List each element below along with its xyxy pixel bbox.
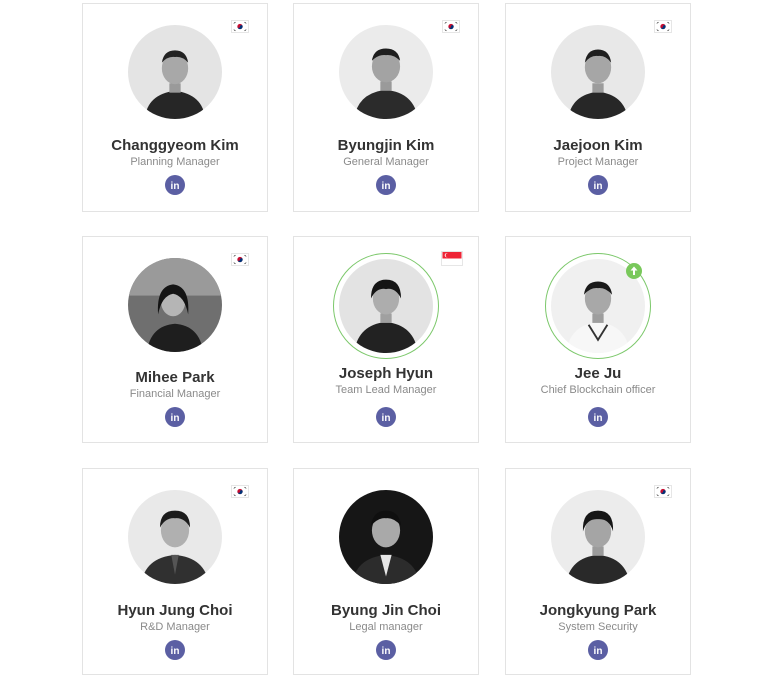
team-card: Jongkyung Park System Security in: [505, 468, 691, 675]
team-card: Byung Jin Choi Legal manager in: [293, 468, 479, 675]
linkedin-icon: in: [382, 181, 391, 192]
member-role: General Manager: [343, 156, 429, 168]
member-name: Jee Ju: [574, 365, 622, 382]
linkedin-icon: in: [594, 646, 603, 657]
svg-text:in: in: [382, 646, 391, 657]
avatar: [338, 489, 434, 585]
member-role: Chief Blockchain officer: [540, 384, 656, 396]
svg-text:in: in: [382, 413, 391, 424]
member-role: System Security: [558, 621, 638, 633]
singapore-flag-icon: [441, 251, 463, 266]
team-card: Jaejoon Kim Project Manager in: [505, 3, 691, 212]
linkedin-icon: in: [594, 181, 603, 192]
linkedin-icon: in: [382, 646, 391, 657]
linkedin-icon: in: [171, 413, 180, 424]
team-card: Jee Ju Chief Blockchain officer in: [505, 236, 691, 443]
linkedin-icon: in: [594, 413, 603, 424]
member-role: R&D Manager: [140, 621, 210, 633]
south-korea-flag-icon: [442, 20, 460, 33]
avatar: [333, 253, 439, 359]
svg-text:in: in: [382, 181, 391, 192]
member-name: Byungjin Kim: [337, 137, 435, 154]
member-name: Changgyeom Kim: [111, 137, 239, 154]
linkedin-icon: in: [171, 646, 180, 657]
linkedin-button[interactable]: in: [376, 640, 396, 660]
member-role: Legal manager: [349, 621, 423, 633]
member-name: Byung Jin Choi: [331, 602, 441, 619]
svg-text:in: in: [171, 181, 180, 192]
svg-text:in: in: [594, 181, 603, 192]
member-name: Joseph Hyun: [338, 365, 434, 382]
linkedin-button[interactable]: in: [376, 175, 396, 195]
linkedin-button[interactable]: in: [588, 407, 608, 427]
team-card: Byungjin Kim General Manager in: [293, 3, 479, 212]
linkedin-icon: in: [171, 181, 180, 192]
south-korea-flag-icon: [231, 485, 249, 498]
avatar: [127, 257, 223, 353]
member-name: Hyun Jung Choi: [117, 602, 233, 619]
team-card: Mihee Park Financial Manager in: [82, 236, 268, 443]
avatar: [545, 253, 651, 359]
member-role: Financial Manager: [129, 388, 221, 400]
linkedin-button[interactable]: in: [165, 175, 185, 195]
member-name: Mihee Park: [135, 369, 215, 386]
linkedin-button[interactable]: in: [376, 407, 396, 427]
team-card: Joseph Hyun Team Lead Manager in: [293, 236, 479, 443]
avatar: [338, 24, 434, 120]
svg-text:in: in: [594, 413, 603, 424]
avatar: [127, 489, 223, 585]
south-korea-flag-icon: [654, 20, 672, 33]
linkedin-button[interactable]: in: [165, 640, 185, 660]
svg-text:in: in: [594, 646, 603, 657]
member-name: Jongkyung Park: [539, 602, 657, 619]
svg-text:in: in: [171, 646, 180, 657]
team-card: Hyun Jung Choi R&D Manager in: [82, 468, 268, 675]
linkedin-button[interactable]: in: [165, 407, 185, 427]
south-korea-flag-icon: [231, 253, 249, 266]
member-name: Jaejoon Kim: [553, 137, 643, 154]
member-role: Project Manager: [557, 156, 639, 168]
team-card: Changgyeom Kim Planning Manager in: [82, 3, 268, 212]
arrow-up-icon: [626, 263, 642, 279]
avatar: [550, 489, 646, 585]
member-role: Team Lead Manager: [335, 384, 437, 396]
south-korea-flag-icon: [654, 485, 672, 498]
south-korea-flag-icon: [231, 20, 249, 33]
linkedin-button[interactable]: in: [588, 175, 608, 195]
avatar: [550, 24, 646, 120]
avatar: [127, 24, 223, 120]
member-role: Planning Manager: [130, 156, 220, 168]
linkedin-icon: in: [382, 413, 391, 424]
svg-text:in: in: [171, 413, 180, 424]
linkedin-button[interactable]: in: [588, 640, 608, 660]
